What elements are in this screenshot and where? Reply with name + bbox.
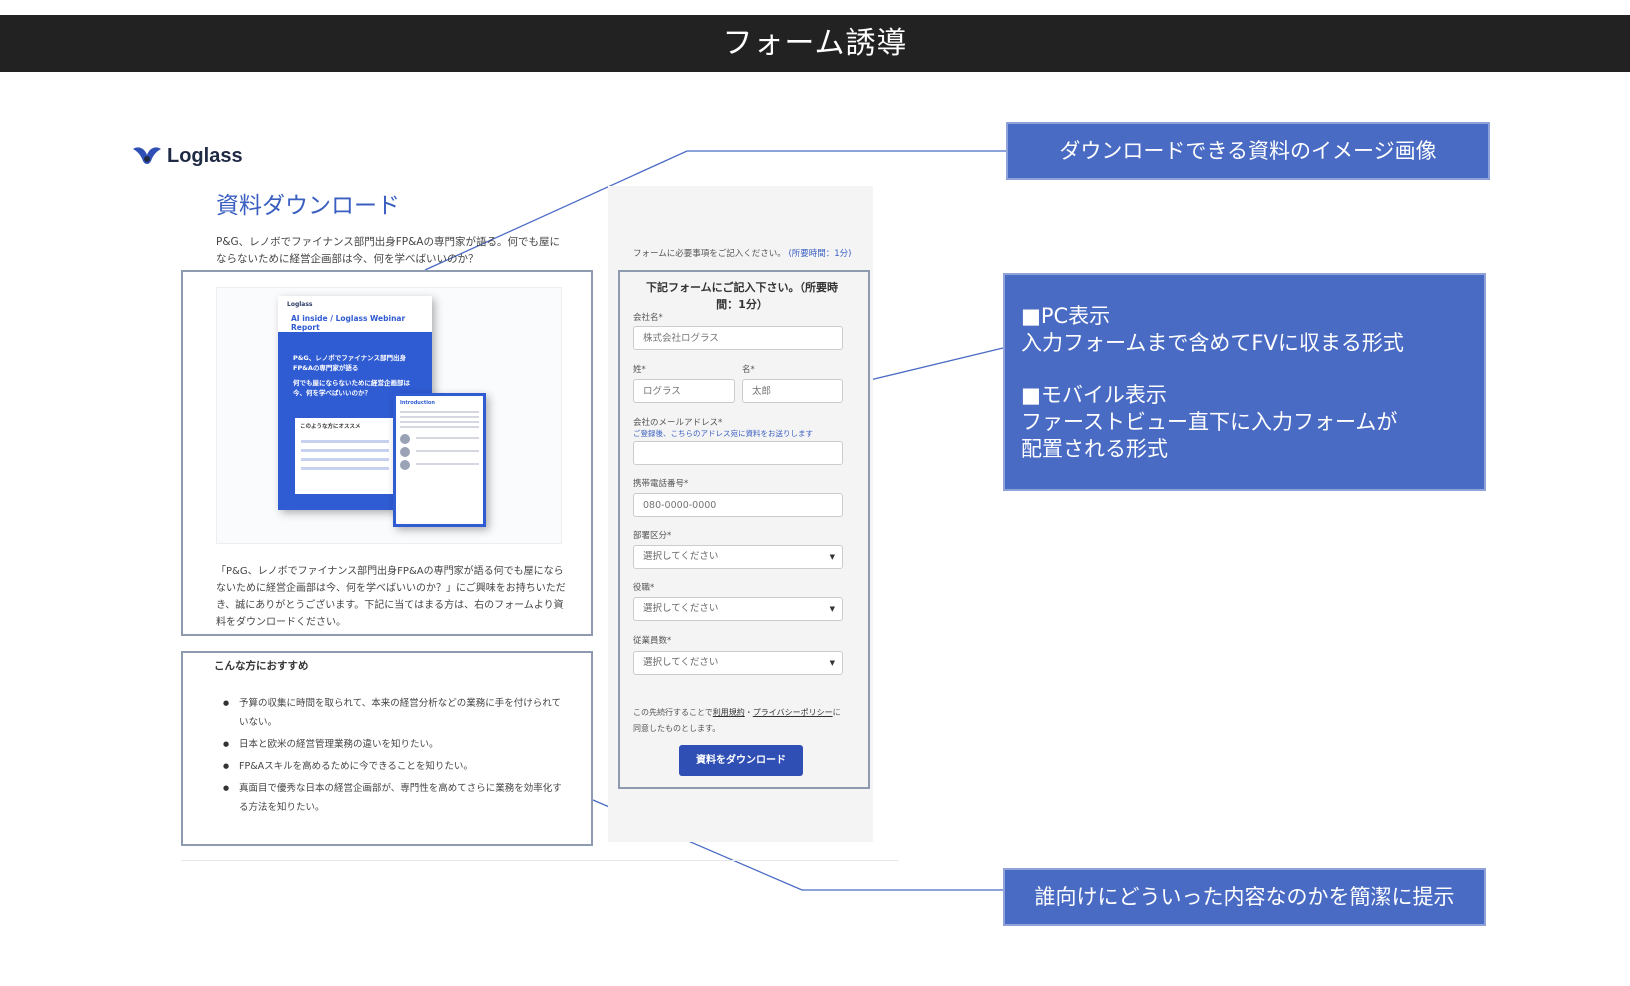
company-label: 会社名* <box>633 313 663 323</box>
email-label: 会社のメールアドレス* <box>633 418 723 428</box>
callout-pc-title: ■PC表示 <box>1021 304 1111 328</box>
recommendation-title: こんな方におすすめ <box>214 660 309 672</box>
callout-image: ダウンロードできる資料のイメージ画像 <box>1006 122 1490 180</box>
page-title: 資料ダウンロード <box>216 193 400 219</box>
connector-form <box>869 347 1004 381</box>
terms-of-use-link[interactable]: 利用規約 <box>713 708 745 717</box>
callout-mobile-title: ■モバイル表示 <box>1021 383 1167 407</box>
phone-input[interactable] <box>633 493 843 517</box>
slide: フォーム誘導 Loglass 資料ダウンロード P&G、レノボでファイナンス部門… <box>0 0 1630 986</box>
callout-display: ■PC表示 入力フォームまで含めてFVに収まる形式 ■モバイル表示 ファーストビ… <box>1003 273 1486 491</box>
report-list-title: このような方にオススメ <box>300 424 361 430</box>
terms-pre: この先続行することで <box>633 708 713 717</box>
list-item: 予算の収集に時間を取られて、本来の経営分析などの業務に手を付けられていない。 <box>223 694 563 732</box>
document-description: 「P&G、レノボでファイナンス部門出身FP&Aの専門家が語る何でも屋にならないた… <box>216 566 566 628</box>
company-input[interactable] <box>633 326 843 350</box>
email-input[interactable] <box>633 441 843 465</box>
speaker-avatar <box>400 447 410 457</box>
terms-sep: ・ <box>744 708 753 717</box>
chevron-down-icon: ▼ <box>829 659 835 667</box>
report-inner-page: Introduction <box>393 393 486 527</box>
callout-spacer <box>1021 357 1468 382</box>
report-list-line <box>301 467 389 470</box>
privacy-policy-link[interactable]: プライバシーポリシー <box>753 708 833 717</box>
report-list-line <box>301 440 389 443</box>
form-note-time: (所要時間：1分) <box>788 249 852 259</box>
report-headline: P&G、レノボでファイナンス部門出身FP&Aの専門家が語る <box>293 354 407 372</box>
report-list-line <box>301 458 389 461</box>
slide-title: フォーム誘導 <box>0 15 1630 72</box>
report-list-line <box>301 449 389 452</box>
download-button[interactable]: 資料をダウンロード <box>679 745 803 776</box>
form-note-text: フォームに必要事項をご記入ください。 <box>633 249 786 259</box>
phone-label: 携帯電話番号* <box>633 479 689 489</box>
report-inner-line <box>400 426 479 428</box>
callout-mobile-text-2: 配置される形式 <box>1021 437 1168 461</box>
list-item: 真面目で優秀な日本の経営企画部が、専門性を高めてさらに業務を効率化する方法を知り… <box>223 779 563 817</box>
report-inner-line <box>400 416 479 418</box>
speaker-avatar <box>400 434 410 444</box>
chevron-down-icon: ▼ <box>829 605 835 613</box>
report-inner-line <box>400 421 479 423</box>
terms-text: この先続行することで利用規約・プライバシーポリシーに同意したものとします。 <box>633 705 848 737</box>
callout-target: 誰向けにどういった内容なのかを簡潔に提示 <box>1003 868 1486 926</box>
speaker-row <box>396 457 483 470</box>
form-heading: 下記フォームにご記入下さい。（所要時間：1分） <box>646 281 838 311</box>
logo-text: Loglass <box>167 144 243 167</box>
last-name-input[interactable] <box>633 379 735 403</box>
recommendation-list: 予算の収集に時間を取られて、本来の経営分析などの業務に手を付けられていない。 日… <box>223 694 563 820</box>
report-logo: Loglass <box>287 301 313 308</box>
form-note: フォームに必要事項をご記入ください。 (所要時間：1分) <box>633 247 852 259</box>
report-inner-title: Introduction <box>400 400 435 406</box>
logo-bird-icon <box>133 147 161 164</box>
last-name-label: 姓* <box>633 365 646 375</box>
role-select[interactable]: 選択してください ▼ <box>633 597 843 621</box>
dept-label: 部署区分* <box>633 531 672 541</box>
loglass-logo[interactable]: Loglass <box>131 143 243 169</box>
employees-select[interactable]: 選択してください ▼ <box>633 651 843 675</box>
chevron-down-icon: ▼ <box>829 553 835 561</box>
callout-pc-text: 入力フォームまで含めてFVに収まる形式 <box>1021 331 1404 355</box>
callout-mobile-text-1: ファーストビュー直下に入力フォームが <box>1021 410 1398 434</box>
dept-select[interactable]: 選択してください ▼ <box>633 545 843 569</box>
employees-label: 従業員数* <box>633 636 672 646</box>
first-name-label: 名* <box>742 365 755 375</box>
divider <box>181 860 898 861</box>
report-list-panel: このような方にオススメ <box>295 418 395 494</box>
role-label: 役職* <box>633 583 655 593</box>
role-select-value: 選択してください <box>643 603 719 614</box>
report-inner-line <box>400 411 479 413</box>
speaker-row <box>396 431 483 444</box>
employees-select-value: 選択してください <box>643 657 719 668</box>
report-title: AI inside / Loglass Webinar Report <box>291 314 406 332</box>
speaker-row <box>396 444 483 457</box>
email-help: ご登録後、こちらのアドレス宛に資料をお送りします <box>633 429 813 438</box>
dept-select-value: 選択してください <box>643 551 719 562</box>
list-item: 日本と欧米の経営管理業務の違いを知りたい。 <box>223 735 563 754</box>
list-item: FP&Aスキルを高めるために今できることを知りたい。 <box>223 757 563 776</box>
first-name-input[interactable] <box>742 379 843 403</box>
report-cover-header: Loglass AI inside / Loglass Webinar Repo… <box>278 296 432 332</box>
speaker-avatar <box>400 460 410 470</box>
lead-text: P&G、レノボでファイナンス部門出身FP&Aの専門家が語る。何でも屋にならないた… <box>216 236 560 265</box>
